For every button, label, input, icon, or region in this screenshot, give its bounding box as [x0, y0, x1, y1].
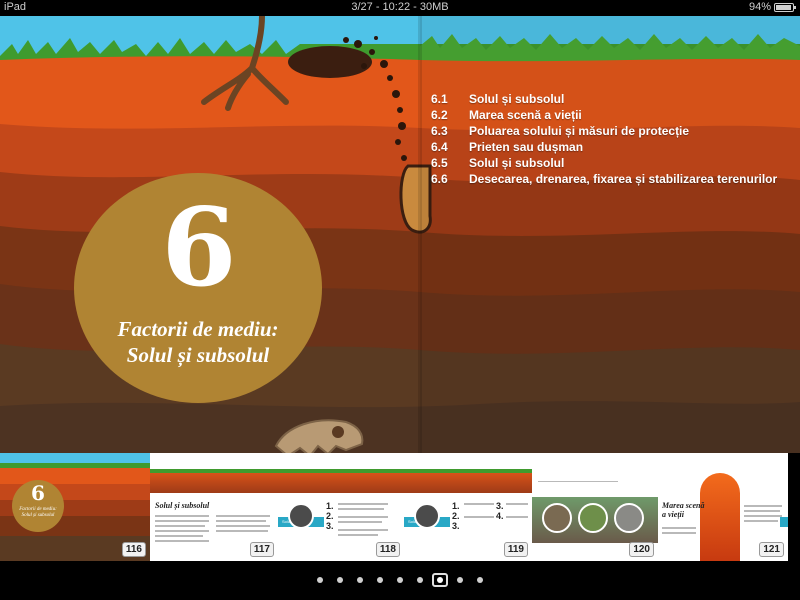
thumbnail-page-117[interactable]: Solul și subsolul 117	[150, 453, 278, 561]
page-thumbnail-strip[interactable]: 6 Factorii de mediu: Solul și subsolul 1…	[0, 453, 800, 563]
toc-label: Solul și subsolul	[469, 92, 565, 106]
toc-item[interactable]: 6.3 Poluarea solului și măsuri de protecț…	[431, 123, 791, 139]
page-number-label: 116	[121, 542, 146, 557]
page-dot[interactable]	[377, 577, 383, 583]
toc-label: Desecarea, drenarea, fixarea și stabiliz…	[469, 172, 778, 186]
chapter-title: Factorii de mediu: Solul și subsolul	[74, 316, 322, 368]
page-dot[interactable]	[397, 577, 403, 583]
toc-number: 6.5	[431, 156, 448, 170]
chapter-number: 6	[161, 185, 236, 311]
page-dot-active[interactable]	[432, 573, 448, 587]
battery-indicator: 94%	[748, 1, 796, 13]
toc-item[interactable]: 6.5 Solul și subsolul	[431, 155, 791, 171]
chapter-title-line1: Factorii de mediu:	[117, 317, 279, 341]
table-of-contents: 6.1 Solul și subsolul 6.2 Marea scenă a vi…	[431, 91, 791, 187]
mini-chapter-number: 6	[31, 481, 45, 505]
page-number-label: 118	[375, 542, 400, 557]
toc-item[interactable]: 6.2 Marea scenă a vieții	[431, 107, 791, 123]
toc-number: 6.2	[431, 108, 448, 122]
dirt-mound	[288, 46, 372, 78]
mini-page-title: Solul și subsolul	[155, 501, 210, 510]
page-number-label: 121	[759, 542, 784, 557]
chapter-spread[interactable]: 6 Factorii de mediu: Solul și subsolul 6…	[0, 16, 800, 472]
status-bar: iPad 3/27 - 10:22 - 30MB 94%	[0, 0, 800, 16]
page-dot[interactable]	[337, 577, 343, 583]
thumbnail-page-120[interactable]: 120	[532, 453, 658, 561]
mini-page-title: Marea scenă a vieții	[662, 501, 705, 519]
page-dot[interactable]	[457, 577, 463, 583]
toc-number: 6.6	[431, 172, 448, 186]
battery-percent: 94%	[748, 1, 771, 13]
chapter-badge: 6 Factorii de mediu: Solul și subsolul	[74, 173, 322, 403]
page-number-label: 120	[629, 542, 654, 557]
page-dot[interactable]	[417, 577, 423, 583]
page-indicator[interactable]	[0, 563, 800, 600]
page-number-label: 117	[249, 542, 274, 557]
toc-label: Solul și subsolul	[469, 156, 565, 170]
page-dot[interactable]	[317, 577, 323, 583]
toc-number: 6.3	[431, 124, 448, 138]
battery-fill	[776, 4, 791, 10]
page-dot[interactable]	[477, 577, 483, 583]
chapter-title-line2: Solul și subsolul	[126, 343, 270, 367]
page-number-label: 119	[503, 542, 528, 557]
toc-item[interactable]: 6.1 Solul și subsolul	[431, 91, 791, 107]
thumbnail-page-119[interactable]: Solul este 1.2.3. 3.4. 119	[404, 453, 532, 561]
toc-label: Prieten sau dușman	[469, 140, 584, 154]
mini-chapter-title: Factorii de mediu: Solul și subsolul	[19, 507, 57, 518]
battery-icon	[774, 2, 796, 12]
toc-label: Marea scenă a vieții	[469, 108, 582, 122]
status-info: 3/27 - 10:22 - 30MB	[351, 1, 449, 13]
toc-item[interactable]: 6.6 Desecarea, drenarea, fixarea și stabi…	[431, 171, 791, 187]
page-dot[interactable]	[357, 577, 363, 583]
thumbnail-page-116[interactable]: 6 Factorii de mediu: Solul și subsolul 1…	[0, 453, 150, 561]
toc-number: 6.4	[431, 140, 448, 154]
thumbnail-page-118[interactable]: Solul nu este 1.2.3. 118	[278, 453, 404, 561]
toc-item[interactable]: 6.4 Prieten sau dușman	[431, 139, 791, 155]
toc-label: Poluarea solului și măsuri de protecție	[469, 124, 690, 138]
toc-number: 6.1	[431, 92, 448, 106]
thumbnail-page-121[interactable]: Marea scenă a vieții 121	[658, 453, 788, 561]
